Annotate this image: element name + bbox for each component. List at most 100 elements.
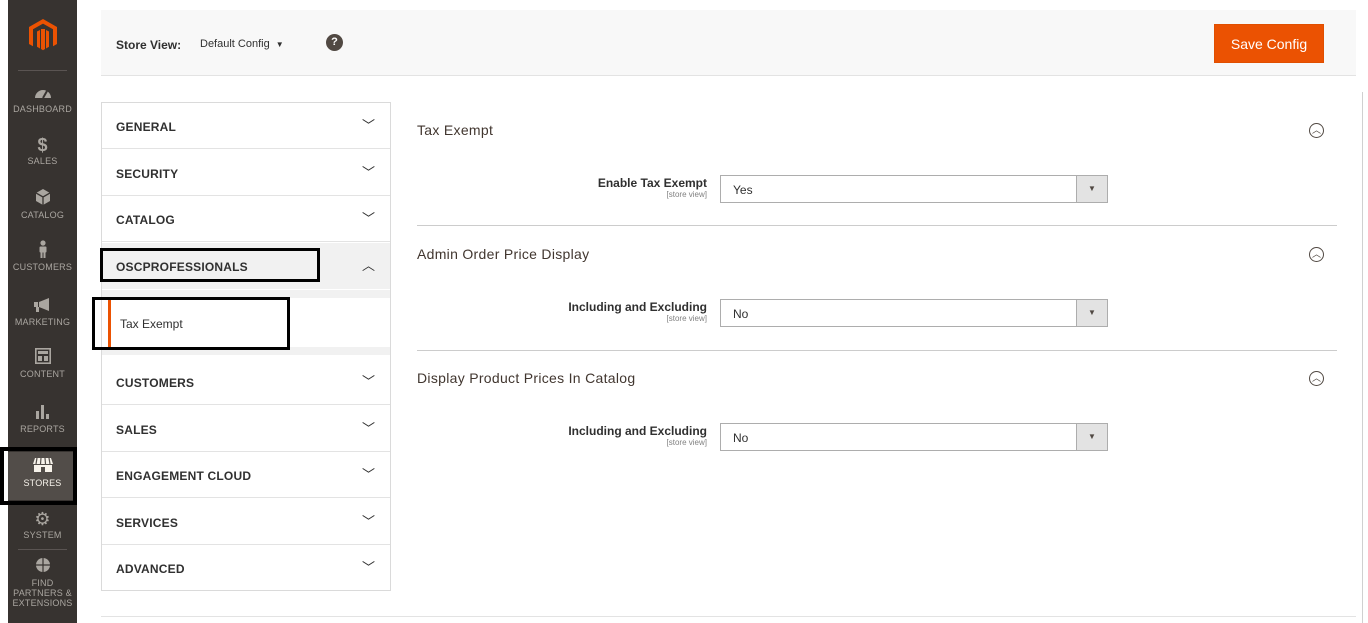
field-label: Enable Tax Exempt [store view] <box>598 176 707 199</box>
menu-label: FIND <box>31 578 54 588</box>
tab-general[interactable]: GENERAL ﹀ <box>102 103 390 149</box>
menu-label: SYSTEM <box>23 530 62 540</box>
select-value: No <box>733 307 749 321</box>
select-value: No <box>733 431 749 445</box>
caret-down-icon: ▼ <box>1076 300 1107 326</box>
menu-label: MARKETING <box>14 317 71 327</box>
tab-label: GENERAL <box>116 120 177 134</box>
menu-label: PARTNERS & <box>13 588 72 598</box>
tab-label: SERVICES <box>116 516 179 530</box>
layout-icon <box>8 347 77 369</box>
field-scope: [store view] <box>666 314 707 323</box>
field-label-text: Including and Excluding <box>568 300 707 314</box>
menu-label: CONTENT <box>20 369 65 379</box>
gear-icon: ⚙ <box>34 509 51 529</box>
caret-down-icon: ▼ <box>1076 424 1107 450</box>
menu-label: REPORTS <box>20 424 65 434</box>
person-icon <box>8 240 77 262</box>
tab-label: SECURITY <box>116 167 179 181</box>
menu-item-content[interactable]: CONTENT <box>8 347 77 379</box>
menu-item-dashboard[interactable]: DASHBOARD <box>8 82 77 114</box>
field-label: Including and Excluding [store view] <box>568 424 707 447</box>
collapse-icon[interactable]: ︿ <box>1309 247 1324 262</box>
help-icon[interactable]: ? <box>326 34 343 51</box>
tab-label: CATALOG <box>116 213 175 227</box>
menu-item-find-partners[interactable]: FIND PARTNERS & EXTENSIONS <box>8 556 77 608</box>
tab-label: SALES <box>116 423 158 437</box>
chevron-down-icon: ﹀ <box>362 165 376 180</box>
chevron-down-icon: ﹀ <box>362 514 376 529</box>
section-tax-exempt: Tax Exempt ︿ Enable Tax Exempt [store vi… <box>417 118 1337 226</box>
store-view-value: Default Config <box>200 38 270 50</box>
section-display-product-prices: Display Product Prices In Catalog ︿ Incl… <box>417 366 1337 466</box>
caret-down-icon: ▼ <box>275 40 284 49</box>
admin-config-page: DASHBOARD $ SALES CATALOG CUSTOMERS MARK… <box>0 0 1368 623</box>
collapse-icon[interactable]: ︿ <box>1309 371 1324 386</box>
section-title[interactable]: Tax Exempt <box>417 122 493 138</box>
section-admin-order-price-display: Admin Order Price Display ︿ Including an… <box>417 242 1337 351</box>
store-view-label: Store View: <box>116 38 182 52</box>
collapse-icon[interactable]: ︿ <box>1309 123 1324 138</box>
caret-down-icon: ▼ <box>1076 176 1107 202</box>
menu-label: CUSTOMERS <box>12 262 73 272</box>
store-view-dropdown[interactable]: Default Config ▼ <box>200 38 284 50</box>
menu-label: DASHBOARD <box>13 104 72 114</box>
chevron-down-icon: ﹀ <box>362 211 376 226</box>
tab-catalog[interactable]: CATALOG ﹀ <box>102 196 390 242</box>
admin-order-price-select[interactable]: No ▼ <box>720 299 1108 327</box>
menu-label: EXTENSIONS <box>12 598 73 608</box>
dollar-icon: $ <box>37 135 48 155</box>
tab-advanced[interactable]: ADVANCED ﹀ <box>102 545 390 591</box>
dashboard-icon <box>8 82 77 104</box>
tab-engagement-cloud[interactable]: ENGAGEMENT CLOUD ﹀ <box>102 452 390 498</box>
select-value: Yes <box>733 183 753 197</box>
section-title[interactable]: Admin Order Price Display <box>417 246 589 262</box>
box-icon <box>8 556 77 578</box>
section-divider <box>417 225 1337 226</box>
section-title[interactable]: Display Product Prices In Catalog <box>417 370 635 386</box>
field-label-text: Enable Tax Exempt <box>597 176 707 190</box>
page-bottom-divider <box>101 616 1356 617</box>
tab-label: ADVANCED <box>116 562 185 576</box>
enable-tax-exempt-select[interactable]: Yes ▼ <box>720 175 1108 203</box>
megaphone-icon <box>8 295 77 317</box>
tax-exempt-highlight-box <box>92 297 290 350</box>
chevron-down-icon: ﹀ <box>362 374 376 389</box>
oscprofessionals-highlight-box <box>100 248 320 282</box>
menu-label: CATALOG <box>20 210 65 220</box>
menu-label: SALES <box>27 156 58 166</box>
menu-item-catalog[interactable]: CATALOG <box>8 188 77 220</box>
menu-item-marketing[interactable]: MARKETING <box>8 295 77 327</box>
tab-sales[interactable]: SALES ﹀ <box>102 406 390 452</box>
chevron-down-icon: ﹀ <box>362 560 376 575</box>
menu-item-customers[interactable]: CUSTOMERS <box>8 240 77 272</box>
menu-divider <box>18 549 67 550</box>
field-label: Including and Excluding [store view] <box>568 300 707 323</box>
field-scope: [store view] <box>666 190 707 199</box>
save-config-button[interactable]: Save Config <box>1214 24 1324 63</box>
section-divider <box>417 350 1337 351</box>
menu-item-sales[interactable]: $ SALES <box>8 134 77 166</box>
chevron-down-icon: ﹀ <box>362 467 376 482</box>
magento-logo-icon[interactable] <box>8 16 77 54</box>
admin-menu: DASHBOARD $ SALES CATALOG CUSTOMERS MARK… <box>8 0 77 623</box>
menu-item-reports[interactable]: REPORTS <box>8 402 77 434</box>
tab-security[interactable]: SECURITY ﹀ <box>102 150 390 196</box>
tab-label: ENGAGEMENT CLOUD <box>116 469 252 483</box>
tab-customers[interactable]: CUSTOMERS ﹀ <box>102 359 390 405</box>
menu-divider <box>18 70 67 71</box>
bar-chart-icon <box>8 402 77 424</box>
chevron-down-icon: ﹀ <box>362 118 376 133</box>
field-scope: [store view] <box>666 438 707 447</box>
scrollbar[interactable] <box>1362 92 1363 623</box>
catalog-price-display-select[interactable]: No ▼ <box>720 423 1108 451</box>
stores-highlight-box <box>0 447 77 505</box>
tab-services[interactable]: SERVICES ﹀ <box>102 499 390 545</box>
chevron-up-icon: ︿ <box>362 258 376 273</box>
chevron-down-icon: ﹀ <box>362 421 376 436</box>
field-label-text: Including and Excluding <box>568 424 707 438</box>
menu-item-system[interactable]: ⚙ SYSTEM <box>8 508 77 540</box>
store-switcher-bar: Store View: Default Config ▼ ? Save Confi… <box>101 10 1356 76</box>
tab-label: CUSTOMERS <box>116 376 195 390</box>
cube-icon <box>8 188 77 210</box>
